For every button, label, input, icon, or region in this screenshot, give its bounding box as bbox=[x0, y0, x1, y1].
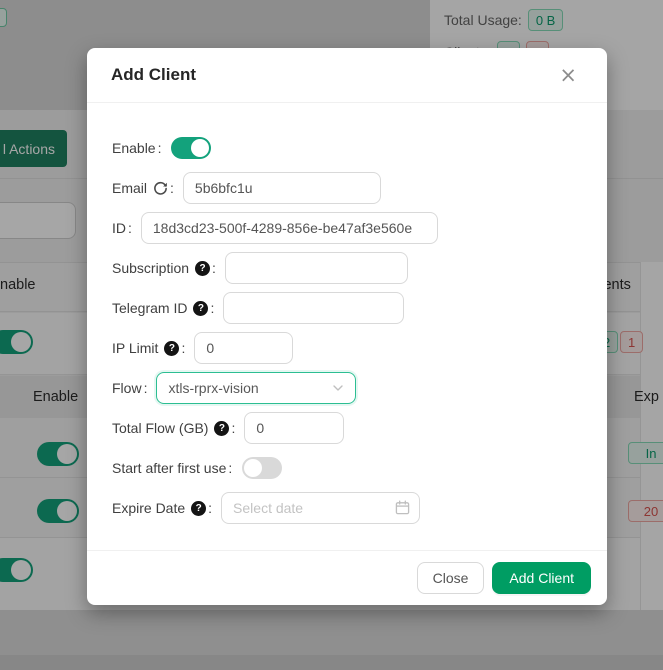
field-row-id: ID: bbox=[112, 212, 583, 244]
close-icon[interactable]: × bbox=[553, 63, 583, 88]
help-icon[interactable]: ? bbox=[193, 301, 208, 316]
enable-toggle[interactable] bbox=[171, 137, 211, 159]
expire-date-field[interactable] bbox=[221, 492, 420, 524]
id-field[interactable] bbox=[141, 212, 438, 244]
flow-label: Flow: bbox=[112, 380, 147, 396]
close-button[interactable]: Close bbox=[417, 562, 485, 594]
flow-select[interactable]: xtls-rprx-vision bbox=[156, 372, 356, 404]
field-row-subscription: Subscription ? : bbox=[112, 252, 583, 284]
field-row-telegram-id: Telegram ID ? : bbox=[112, 292, 583, 324]
start-after-first-use-label: Start after first use: bbox=[112, 460, 232, 476]
help-icon[interactable]: ? bbox=[195, 261, 210, 276]
email-field[interactable] bbox=[183, 172, 381, 204]
flow-select-value: xtls-rprx-vision bbox=[168, 380, 258, 396]
add-client-modal: Add Client × Enable: Email : ID: bbox=[87, 48, 607, 605]
field-row-total-flow: Total Flow (GB) ? : bbox=[112, 412, 583, 444]
id-label: ID: bbox=[112, 220, 132, 236]
ip-limit-field[interactable] bbox=[194, 332, 293, 364]
field-row-ip-limit: IP Limit ? : bbox=[112, 332, 583, 364]
modal-footer: Close Add Client bbox=[87, 550, 607, 605]
modal-title: Add Client bbox=[111, 65, 196, 85]
expire-date-label: Expire Date ? : bbox=[112, 500, 212, 516]
help-icon[interactable]: ? bbox=[191, 501, 206, 516]
help-icon[interactable]: ? bbox=[164, 341, 179, 356]
modal-header: Add Client × bbox=[87, 48, 607, 103]
field-row-expire-date: Expire Date ? : bbox=[112, 492, 583, 524]
subscription-field[interactable] bbox=[225, 252, 408, 284]
add-client-button[interactable]: Add Client bbox=[492, 562, 591, 594]
subscription-label: Subscription ? : bbox=[112, 260, 216, 276]
start-after-first-use-toggle[interactable] bbox=[242, 457, 282, 479]
toggle-knob bbox=[244, 459, 262, 477]
field-row-enable: Enable: bbox=[112, 132, 583, 164]
total-flow-label: Total Flow (GB) ? : bbox=[112, 420, 235, 436]
toggle-knob bbox=[191, 139, 209, 157]
field-row-email: Email : bbox=[112, 172, 583, 204]
field-row-start-after-first-use: Start after first use: bbox=[112, 452, 583, 484]
telegram-id-field[interactable] bbox=[223, 292, 404, 324]
field-row-flow: Flow: xtls-rprx-vision bbox=[112, 372, 583, 404]
refresh-icon[interactable] bbox=[153, 181, 168, 196]
chevron-down-icon bbox=[332, 382, 344, 394]
total-flow-field[interactable] bbox=[244, 412, 344, 444]
ip-limit-label: IP Limit ? : bbox=[112, 340, 185, 356]
telegram-id-label: Telegram ID ? : bbox=[112, 300, 214, 316]
help-icon[interactable]: ? bbox=[214, 421, 229, 436]
modal-body: Enable: Email : ID: Subscription ? bbox=[87, 103, 607, 550]
enable-label: Enable: bbox=[112, 140, 161, 156]
email-label: Email : bbox=[112, 180, 174, 196]
